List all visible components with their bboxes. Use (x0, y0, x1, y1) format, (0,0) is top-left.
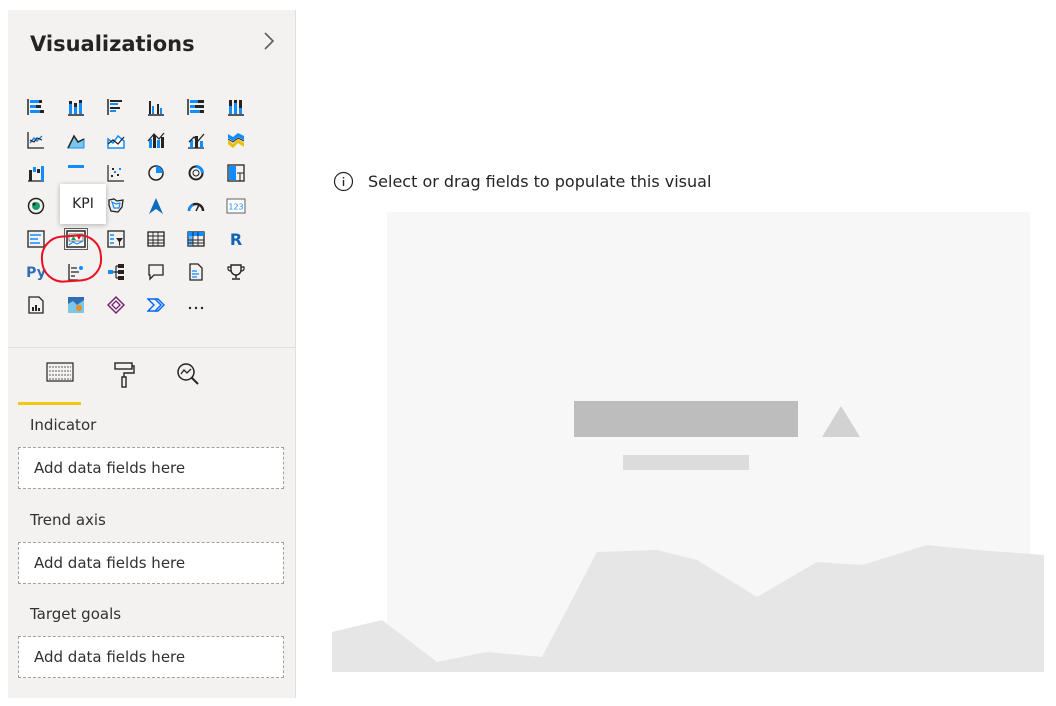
visual-gallery: 123 R Py (16, 90, 256, 321)
placeholder-goal-bar (623, 455, 749, 470)
decomposition-tree-icon[interactable] (96, 255, 136, 288)
matrix-icon[interactable] (176, 222, 216, 255)
trend-axis-label: Trend axis (30, 511, 106, 529)
key-influencers-icon[interactable] (56, 255, 96, 288)
kpi-tooltip: KPI (60, 184, 106, 224)
placeholder-value-bar (574, 401, 798, 437)
analytics-magnifier-icon (177, 363, 199, 385)
ribbon-chart-icon[interactable] (216, 123, 256, 156)
indicator-label: Indicator (30, 416, 97, 434)
card-icon[interactable]: 123 (216, 189, 256, 222)
metrics-icon[interactable] (216, 255, 256, 288)
power-automate-icon[interactable] (136, 288, 176, 321)
python-visual-icon[interactable]: Py (16, 255, 56, 288)
indicator-field-well[interactable]: Add data fields here (18, 447, 284, 489)
pane-title: Visualizations (30, 32, 195, 56)
smart-narrative-icon[interactable] (176, 255, 216, 288)
tab-analytics[interactable] (156, 360, 220, 402)
stacked-area-chart-icon[interactable] (96, 123, 136, 156)
tab-format[interactable] (92, 360, 156, 402)
line-chart-icon[interactable] (16, 123, 56, 156)
table-icon[interactable] (136, 222, 176, 255)
line-and-clustered-column-chart-icon[interactable] (176, 123, 216, 156)
waterfall-chart-icon[interactable] (16, 156, 56, 189)
map-icon[interactable] (16, 189, 56, 222)
q-and-a-icon[interactable] (136, 255, 176, 288)
trend-axis-field-well[interactable]: Add data fields here (18, 542, 284, 584)
multi-row-card-icon[interactable] (16, 222, 56, 255)
line-and-stacked-column-chart-icon[interactable] (136, 123, 176, 156)
kpi-visual-placeholder[interactable] (332, 212, 1044, 672)
target-goals-field-well[interactable]: Add data fields here (18, 636, 284, 678)
r-script-visual-icon[interactable]: R (216, 222, 256, 255)
kpi-icon[interactable] (56, 222, 96, 255)
visualizations-pane: Visualizations 123 R Py KPI Indicator Ad… (8, 10, 296, 698)
azure-map-icon[interactable] (136, 189, 176, 222)
treemap-icon[interactable] (216, 156, 256, 189)
pane-divider (8, 347, 295, 348)
format-paint-roller-icon (114, 362, 135, 388)
gauge-icon[interactable] (176, 189, 216, 222)
pie-chart-icon[interactable] (136, 156, 176, 189)
fields-icon (46, 362, 74, 382)
area-chart-icon[interactable] (56, 123, 96, 156)
collapse-pane-button[interactable] (256, 26, 282, 56)
power-apps-icon[interactable] (96, 288, 136, 321)
stacked-column-chart-icon[interactable] (56, 90, 96, 123)
slicer-icon[interactable] (96, 222, 136, 255)
pane-tabs (28, 360, 220, 402)
paginated-report-icon[interactable] (16, 288, 56, 321)
clustered-bar-chart-icon[interactable] (96, 90, 136, 123)
svg-text:R: R (230, 230, 242, 248)
chevron-right-icon (264, 32, 275, 50)
canvas-hint-text: Select or drag fields to populate this v… (368, 172, 712, 191)
100-stacked-bar-chart-icon[interactable] (176, 90, 216, 123)
more-visuals-icon[interactable] (176, 288, 216, 321)
clustered-column-chart-icon[interactable] (136, 90, 176, 123)
active-tab-indicator (18, 402, 81, 405)
svg-text:123: 123 (228, 202, 243, 211)
info-icon (333, 171, 354, 192)
arcgis-map-icon[interactable] (56, 288, 96, 321)
tab-fields[interactable] (28, 360, 92, 402)
canvas-hint: Select or drag fields to populate this v… (333, 171, 711, 192)
100-stacked-column-chart-icon[interactable] (216, 90, 256, 123)
donut-chart-icon[interactable] (176, 156, 216, 189)
svg-text:Py: Py (26, 265, 46, 281)
target-goals-label: Target goals (30, 605, 122, 623)
stacked-bar-chart-icon[interactable] (16, 90, 56, 123)
